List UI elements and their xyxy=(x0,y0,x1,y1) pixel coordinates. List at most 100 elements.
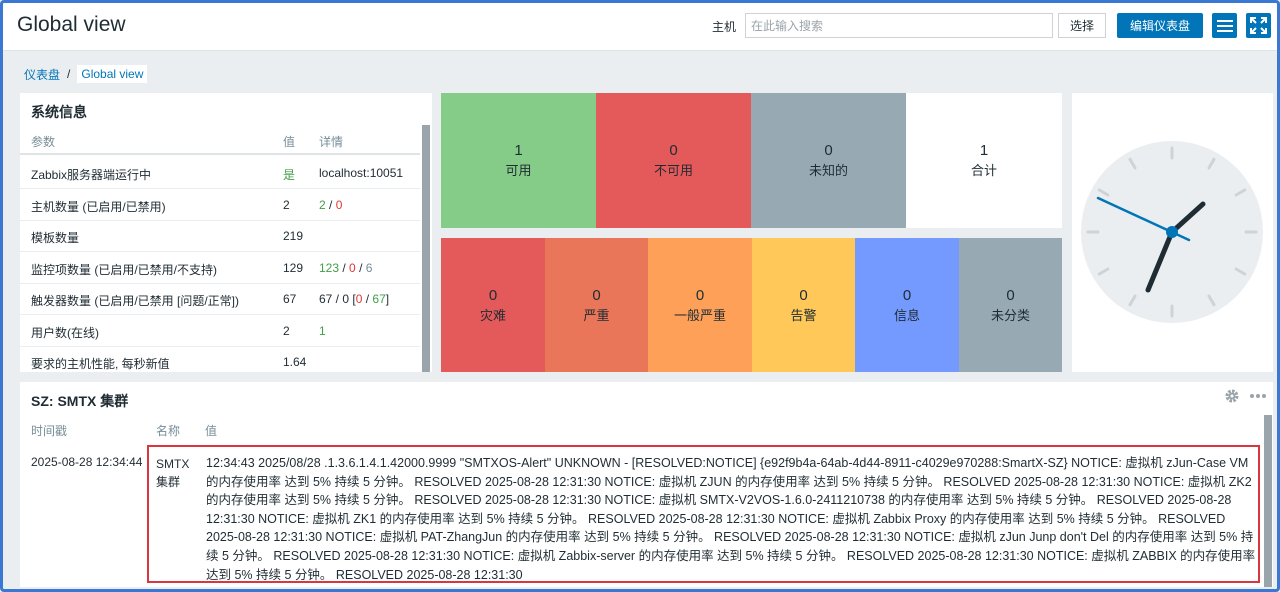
sz-widget-title: SZ: SMTX 集群 xyxy=(31,393,129,409)
breadcrumb: 仪表盘 / Global view xyxy=(24,64,148,84)
availability-label: 可用 xyxy=(505,163,532,178)
sz-table-header: 时间戳 名称 值 xyxy=(20,420,1263,442)
severity-label: 未分类 xyxy=(990,307,1030,323)
system-info-header: 参数 值 详情 xyxy=(20,125,420,155)
item-value-highlight: 12:34:43 2025/08/28 .1.3.6.1.4.1.42000.9… xyxy=(147,445,1260,583)
column-header-value: 值 xyxy=(283,135,296,149)
availability-count: 0 xyxy=(669,142,678,159)
clock-icon xyxy=(1081,141,1263,323)
severity-not-classified[interactable]: 0 未分类 xyxy=(959,238,1062,372)
item-value: 12:34:43 2025/08/28 .1.3.6.1.4.1.42000.9… xyxy=(206,456,1256,582)
column-header-details: 详情 xyxy=(319,135,344,149)
kiosk-mode-button[interactable] xyxy=(1246,13,1271,38)
table-row: 模板数量 219 xyxy=(20,220,420,252)
row-value: 67 xyxy=(283,292,297,306)
row-param: Zabbix服务器端运行中 xyxy=(31,168,152,182)
severity-count: 0 xyxy=(488,286,498,304)
ok-count: 67 xyxy=(372,292,386,306)
row-value: 1.64 xyxy=(283,355,307,369)
availability-count: 0 xyxy=(824,142,833,159)
separator: / xyxy=(355,261,366,275)
row-param: 用户数(在线) xyxy=(31,326,99,340)
severity-high[interactable]: 0 严重 xyxy=(545,238,648,372)
problems-by-severity-widget: 0 灾难 0 严重 0 一般严重 0 告警 0 信息 0 未分类 xyxy=(441,238,1062,372)
column-header-param: 参数 xyxy=(31,135,56,149)
severity-count: 0 xyxy=(1006,286,1015,304)
system-info-widget: 系统信息 参数 值 详情 Zabbix服务器端运行中 是 localhost:1… xyxy=(20,93,432,372)
table-row: 主机数量 (已启用/已禁用) 2 2 / 0 xyxy=(20,189,420,221)
column-header-name: 名称 xyxy=(156,424,181,438)
row-param: 监控项数量 (已启用/已禁用/不支持) xyxy=(31,263,217,277)
severity-count: 0 xyxy=(695,286,705,304)
widget-settings-button[interactable] xyxy=(1224,388,1240,407)
edit-dashboard-button[interactable]: 编辑仪表盘 xyxy=(1117,13,1203,38)
severity-information[interactable]: 0 信息 xyxy=(855,238,959,372)
availability-unknown[interactable]: 0 未知的 xyxy=(751,93,906,228)
system-info-title: 系统信息 xyxy=(31,104,87,120)
availability-label: 未知的 xyxy=(808,163,848,178)
breadcrumb-separator: / xyxy=(67,67,71,81)
more-icon xyxy=(1250,394,1266,398)
row-value: 129 xyxy=(283,261,304,275)
app-window: Global view 主机 选择 编辑仪表盘 仪表盘 / Global vie… xyxy=(0,0,1280,592)
table-row: 用户数(在线) 2 1 xyxy=(20,315,420,347)
availability-label: 合计 xyxy=(970,163,997,178)
row-value: 2 xyxy=(283,324,290,338)
menu-icon xyxy=(1216,19,1233,32)
host-label: 主机 xyxy=(712,20,737,34)
fullscreen-icon xyxy=(1250,17,1267,34)
separator: / xyxy=(362,292,373,306)
row-param: 触发器数量 (已启用/已禁用 [问题/正常]) xyxy=(31,294,239,308)
column-header-timestamp: 时间戳 xyxy=(31,424,68,438)
page-header: Global view 主机 选择 编辑仪表盘 xyxy=(3,3,1277,51)
row-value: 是 xyxy=(283,168,296,182)
widget-actions-button[interactable] xyxy=(1249,388,1267,407)
row-detail: 67 / 0 [0 / 67] xyxy=(319,292,389,306)
sz-smtx-widget: SZ: SMTX 集群 时间戳 名称 值 2025-08-28 12:34:44… xyxy=(20,382,1273,587)
enabled-count: 2 xyxy=(319,198,326,212)
scrollbar-thumb[interactable] xyxy=(1264,415,1272,587)
host-search-input[interactable] xyxy=(745,13,1053,38)
availability-count: 1 xyxy=(514,142,523,159)
row-param: 主机数量 (已启用/已禁用) xyxy=(31,200,166,214)
system-info-scrollbar[interactable] xyxy=(422,125,430,372)
enabled-count: 123 xyxy=(319,261,340,275)
availability-count: 1 xyxy=(979,142,989,159)
row-detail: 1 xyxy=(319,324,326,338)
table-row: 监控项数量 (已启用/已禁用/不支持) 129 123 / 0 / 6 xyxy=(20,252,420,284)
column-header-value: 值 xyxy=(205,424,218,438)
severity-average[interactable]: 0 一般严重 xyxy=(648,238,752,372)
severity-disaster[interactable]: 0 灾难 xyxy=(441,238,545,372)
row-detail: 2 / 0 xyxy=(319,198,342,212)
table-row: 要求的主机性能, 每秒新值 1.64 xyxy=(20,346,420,372)
severity-warning[interactable]: 0 告警 xyxy=(752,238,855,372)
severity-count: 0 xyxy=(592,286,601,304)
availability-label: 不可用 xyxy=(653,163,693,178)
breadcrumb-current[interactable]: Global view xyxy=(77,65,148,83)
severity-label: 一般严重 xyxy=(673,307,726,323)
row-detail: 123 / 0 / 6 xyxy=(319,261,372,275)
severity-count: 0 xyxy=(799,286,808,304)
row-param: 要求的主机性能, 每秒新值 xyxy=(31,357,170,371)
page-title: Global view xyxy=(17,13,126,36)
breadcrumb-dashboards-link[interactable]: 仪表盘 xyxy=(24,66,60,83)
dashboard-list-button[interactable] xyxy=(1212,13,1237,38)
disabled-count: 0 xyxy=(349,261,356,275)
table-row: Zabbix服务器端运行中 是 localhost:10051 xyxy=(20,157,420,189)
table-row: 触发器数量 (已启用/已禁用 [问题/正常]) 67 67 / 0 [0 / 6… xyxy=(20,283,420,315)
separator: / xyxy=(339,261,350,275)
severity-count: 0 xyxy=(902,286,912,304)
severity-label: 灾难 xyxy=(479,307,506,323)
host-availability-widget: 1 可用 0 不可用 0 未知的 1 合计 xyxy=(441,93,1062,228)
unsupported-count: 6 xyxy=(365,261,373,275)
select-host-button[interactable]: 选择 xyxy=(1058,13,1106,38)
availability-total[interactable]: 1 合计 xyxy=(906,93,1062,228)
separator: / xyxy=(325,198,336,212)
availability-unavailable[interactable]: 0 不可用 xyxy=(596,93,751,228)
availability-available[interactable]: 1 可用 xyxy=(441,93,596,228)
disabled-count: 0 xyxy=(335,198,343,212)
row-detail: localhost:10051 xyxy=(319,166,404,180)
bracket-close: ] xyxy=(385,292,390,306)
sz-widget-scrollbar[interactable] xyxy=(1264,415,1272,587)
trigger-counts-prefix: 67 / 0 [ xyxy=(319,292,356,306)
